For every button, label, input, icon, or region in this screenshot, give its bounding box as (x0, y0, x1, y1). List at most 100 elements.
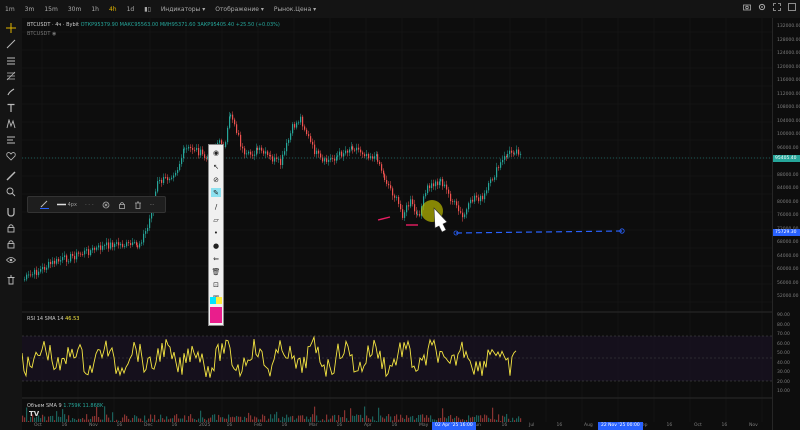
candle-body (464, 214, 466, 218)
marker-pen-icon[interactable]: ✎ (211, 188, 221, 197)
candle-body (398, 196, 400, 204)
camera-icon[interactable] (743, 3, 751, 11)
eraser-icon[interactable]: ⊘ (211, 175, 221, 184)
magnet-icon[interactable] (4, 206, 18, 218)
color-swatch-pink[interactable] (210, 307, 222, 323)
volume-bar (176, 414, 178, 422)
candle-body (147, 227, 149, 232)
candle-body (439, 181, 441, 186)
delete-drawing-icon[interactable] (134, 201, 142, 209)
candle-body (58, 258, 60, 262)
timeframe-30m[interactable]: 30m (63, 6, 86, 13)
indicators-menu[interactable]: Индикаторы ▾ (156, 6, 210, 13)
time-tick-label: 16 (226, 423, 233, 428)
more-options-button[interactable]: ··· (150, 202, 155, 208)
time-tick-label: 16 (391, 423, 398, 428)
candle-body (435, 181, 437, 187)
eye-icon-palette[interactable]: ◉ (211, 148, 221, 157)
candle-body (500, 162, 502, 168)
eye-icon[interactable] (4, 254, 18, 266)
display-menu[interactable]: Отображение ▾ (210, 6, 269, 13)
pen-color-icon[interactable] (40, 200, 49, 209)
candle-body (513, 152, 515, 154)
arrow-icon[interactable]: ⇐ (211, 254, 221, 263)
candle-body (486, 190, 488, 194)
candle-body (96, 247, 98, 250)
volume-bar (506, 414, 508, 422)
pencil-icon[interactable]: / (211, 202, 221, 211)
candle-body (458, 205, 460, 212)
volume-bar (364, 406, 366, 422)
legend-symbol[interactable]: BTCUSDT · 4ч · Bybit (27, 22, 79, 28)
time-axis[interactable]: Oct 16 Nov 16 Dec 16 2025 16 Feb 16 Mar 16 Apr 16 May 1… (22, 422, 772, 430)
measure-icon[interactable] (4, 134, 18, 146)
timeframe-3m[interactable]: 3m (20, 6, 40, 13)
remove-icon[interactable] (102, 201, 110, 209)
heart-icon[interactable] (4, 150, 18, 162)
time-tick-label: 2025 (199, 423, 211, 428)
expand-icon[interactable] (788, 3, 796, 11)
candle-body (507, 153, 509, 158)
candle-body (320, 153, 322, 158)
price-axis[interactable]: 132000.00 128000.00 124000.00 120000.00 1160… (772, 18, 800, 430)
price-type-menu[interactable]: Рынок.Цена ▾ (269, 6, 321, 13)
crosshair-icon[interactable] (4, 22, 18, 34)
line-style-icon[interactable]: - - - (85, 202, 94, 208)
time-tick-label: 16 (666, 423, 673, 428)
timeframe-4h[interactable]: 4h (104, 6, 122, 13)
text-icon[interactable] (4, 102, 18, 114)
candle-body (480, 195, 482, 202)
candle-body (328, 159, 330, 162)
lock-drawings-icon[interactable] (4, 222, 18, 234)
color-swatch-top[interactable] (210, 297, 222, 304)
dot-small-icon[interactable]: • (211, 228, 221, 237)
volume-bar (274, 414, 276, 422)
lock-drawing-icon[interactable] (118, 201, 126, 209)
candle-body (242, 146, 244, 149)
volume-bar (418, 415, 420, 422)
chart-area[interactable]: BTCUSDT · 4ч · Bybit ОТКР95379.90 МАКС95… (22, 18, 772, 430)
volume-bar (356, 414, 358, 422)
line-width-button[interactable]: 4px (57, 202, 77, 208)
candle-body (514, 153, 516, 155)
cursor-icon[interactable]: ↖ (211, 162, 221, 171)
timeframe-1h[interactable]: 1h (86, 6, 104, 13)
candle-body (392, 188, 394, 196)
candle-body (372, 156, 374, 159)
fullscreen-icon[interactable] (773, 3, 781, 11)
timeframe-1d[interactable]: 1d (122, 6, 140, 13)
brush-icon[interactable] (4, 86, 18, 98)
delete-icon[interactable]: 🗑 (211, 267, 221, 276)
volume-bar (218, 414, 220, 422)
zoom-icon[interactable] (4, 186, 18, 198)
parallel-lines-icon[interactable] (4, 54, 18, 66)
pattern-icon[interactable] (4, 118, 18, 130)
settings-icon[interactable] (758, 3, 766, 11)
candle-body (402, 209, 404, 218)
eye-visibility-icon[interactable]: ◉ (52, 31, 56, 37)
volume-bar (358, 415, 360, 422)
chart-type-icon[interactable]: ▮▯ (139, 6, 156, 13)
fib-icon[interactable] (4, 70, 18, 82)
dot-large-icon[interactable]: ● (211, 241, 221, 250)
highlighter-icon[interactable]: ▱ (211, 215, 221, 224)
top-toolbar: 1m 3m 15m 30m 1h 4h 1d ▮▯ Индикаторы ▾ О… (0, 0, 800, 19)
cart-icon[interactable]: ⊡ (211, 280, 221, 289)
candle-body (310, 136, 312, 142)
candle-body (444, 184, 446, 187)
rsi-legend[interactable]: RSI 14 SMA 14 46.53 (27, 316, 79, 322)
trendline-icon[interactable] (4, 38, 18, 50)
price-tick-label: 60000.00 (777, 267, 799, 272)
candle-body (92, 247, 94, 251)
rsi-tick-label: 30.00 (777, 370, 790, 375)
timeframe-1m[interactable]: 1m (0, 6, 20, 13)
volume-bar (86, 414, 88, 422)
ruler-icon[interactable] (4, 170, 18, 182)
trash-icon[interactable] (4, 274, 18, 286)
volume-legend[interactable]: Объем SMA 9 1.759K 11.868K (27, 403, 103, 409)
compare-legend[interactable]: BTCUSDT ◉ (27, 31, 56, 37)
lock-icon[interactable] (4, 238, 18, 250)
timeframe-15m[interactable]: 15m (39, 6, 62, 13)
candle-body (433, 183, 435, 187)
chart-canvas[interactable] (22, 18, 772, 430)
